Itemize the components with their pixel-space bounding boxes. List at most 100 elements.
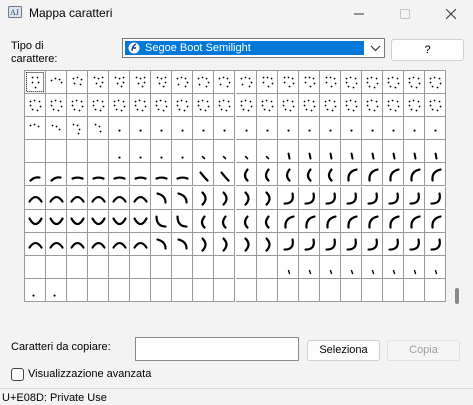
character-cell[interactable]	[109, 140, 131, 164]
character-cell[interactable]	[298, 94, 320, 118]
character-cell[interactable]	[130, 255, 152, 279]
character-cell[interactable]	[214, 117, 236, 141]
character-cell[interactable]	[214, 209, 236, 233]
character-cell[interactable]	[172, 163, 194, 187]
character-cell[interactable]	[256, 186, 278, 210]
character-cell-selected[interactable]	[25, 71, 47, 95]
character-cell[interactable]	[172, 140, 194, 164]
character-cell[interactable]	[193, 209, 215, 233]
character-cell[interactable]	[382, 94, 404, 118]
character-cell[interactable]	[151, 255, 173, 279]
character-cell[interactable]	[361, 255, 383, 279]
character-cell[interactable]	[235, 163, 257, 187]
character-cell[interactable]	[298, 163, 320, 187]
character-cell[interactable]	[172, 186, 194, 210]
font-dropdown[interactable]: Segoe Boot Semilight	[122, 38, 385, 58]
character-cell[interactable]	[361, 94, 383, 118]
character-cell[interactable]	[382, 71, 404, 95]
character-cell[interactable]	[172, 278, 194, 302]
character-cell[interactable]	[67, 232, 89, 256]
character-cell[interactable]	[340, 209, 362, 233]
character-cell[interactable]	[277, 140, 299, 164]
character-cell[interactable]	[235, 186, 257, 210]
character-cell[interactable]	[403, 117, 425, 141]
character-cell[interactable]	[25, 140, 47, 164]
character-cell[interactable]	[88, 232, 110, 256]
character-cell[interactable]	[277, 209, 299, 233]
character-cell[interactable]	[25, 186, 47, 210]
character-cell[interactable]	[193, 117, 215, 141]
character-cell[interactable]	[382, 163, 404, 187]
character-cell[interactable]	[151, 163, 173, 187]
character-cell[interactable]	[151, 278, 173, 302]
character-cell[interactable]	[151, 71, 173, 95]
character-cell[interactable]	[214, 163, 236, 187]
character-cell[interactable]	[340, 232, 362, 256]
character-cell[interactable]	[67, 278, 89, 302]
character-cell[interactable]	[109, 94, 131, 118]
character-cell[interactable]	[277, 255, 299, 279]
character-cell[interactable]	[214, 186, 236, 210]
character-cell[interactable]	[319, 232, 341, 256]
character-cell[interactable]	[235, 94, 257, 118]
character-cell[interactable]	[382, 255, 404, 279]
character-cell[interactable]	[88, 278, 110, 302]
character-cell[interactable]	[298, 71, 320, 95]
character-cell[interactable]	[172, 232, 194, 256]
character-cell[interactable]	[235, 209, 257, 233]
character-cell[interactable]	[361, 140, 383, 164]
character-cell[interactable]	[298, 186, 320, 210]
character-cell[interactable]	[109, 117, 131, 141]
character-cell[interactable]	[193, 232, 215, 256]
character-cell[interactable]	[256, 94, 278, 118]
character-cell[interactable]	[277, 163, 299, 187]
character-cell[interactable]	[88, 94, 110, 118]
character-cell[interactable]	[109, 278, 131, 302]
grid-scrollbar-thumb[interactable]	[455, 288, 459, 304]
character-cell[interactable]	[424, 94, 446, 118]
character-cell[interactable]	[235, 140, 257, 164]
character-cell[interactable]	[88, 71, 110, 95]
character-cell[interactable]	[256, 163, 278, 187]
character-cell[interactable]	[298, 209, 320, 233]
character-cell[interactable]	[172, 209, 194, 233]
character-cell[interactable]	[67, 140, 89, 164]
character-cell[interactable]	[88, 209, 110, 233]
advanced-view-checkbox[interactable]	[11, 368, 24, 381]
character-cell[interactable]	[319, 209, 341, 233]
character-cell[interactable]	[361, 163, 383, 187]
character-cell[interactable]	[67, 94, 89, 118]
character-cell[interactable]	[130, 117, 152, 141]
character-cell[interactable]	[403, 186, 425, 210]
character-cell[interactable]	[172, 255, 194, 279]
character-cell[interactable]	[67, 186, 89, 210]
character-cell[interactable]	[46, 209, 68, 233]
characters-to-copy-input[interactable]	[135, 337, 299, 361]
character-cell[interactable]	[67, 71, 89, 95]
character-cell[interactable]	[361, 186, 383, 210]
character-cell[interactable]	[25, 255, 47, 279]
character-cell[interactable]	[319, 163, 341, 187]
character-cell[interactable]	[424, 71, 446, 95]
character-cell[interactable]	[193, 163, 215, 187]
character-cell[interactable]	[46, 163, 68, 187]
character-cell[interactable]	[151, 232, 173, 256]
character-cell[interactable]	[403, 71, 425, 95]
character-cell[interactable]	[361, 117, 383, 141]
character-cell[interactable]	[193, 255, 215, 279]
close-button[interactable]	[428, 0, 473, 28]
character-cell[interactable]	[298, 278, 320, 302]
character-cell[interactable]	[130, 71, 152, 95]
character-cell[interactable]	[277, 94, 299, 118]
character-cell[interactable]	[109, 232, 131, 256]
character-cell[interactable]	[88, 117, 110, 141]
character-cell[interactable]	[277, 232, 299, 256]
character-cell[interactable]	[277, 117, 299, 141]
character-cell[interactable]	[109, 209, 131, 233]
character-cell[interactable]	[403, 278, 425, 302]
character-cell[interactable]	[193, 186, 215, 210]
character-cell[interactable]	[235, 232, 257, 256]
character-grid[interactable]	[24, 70, 446, 302]
character-cell[interactable]	[340, 140, 362, 164]
character-cell[interactable]	[67, 255, 89, 279]
